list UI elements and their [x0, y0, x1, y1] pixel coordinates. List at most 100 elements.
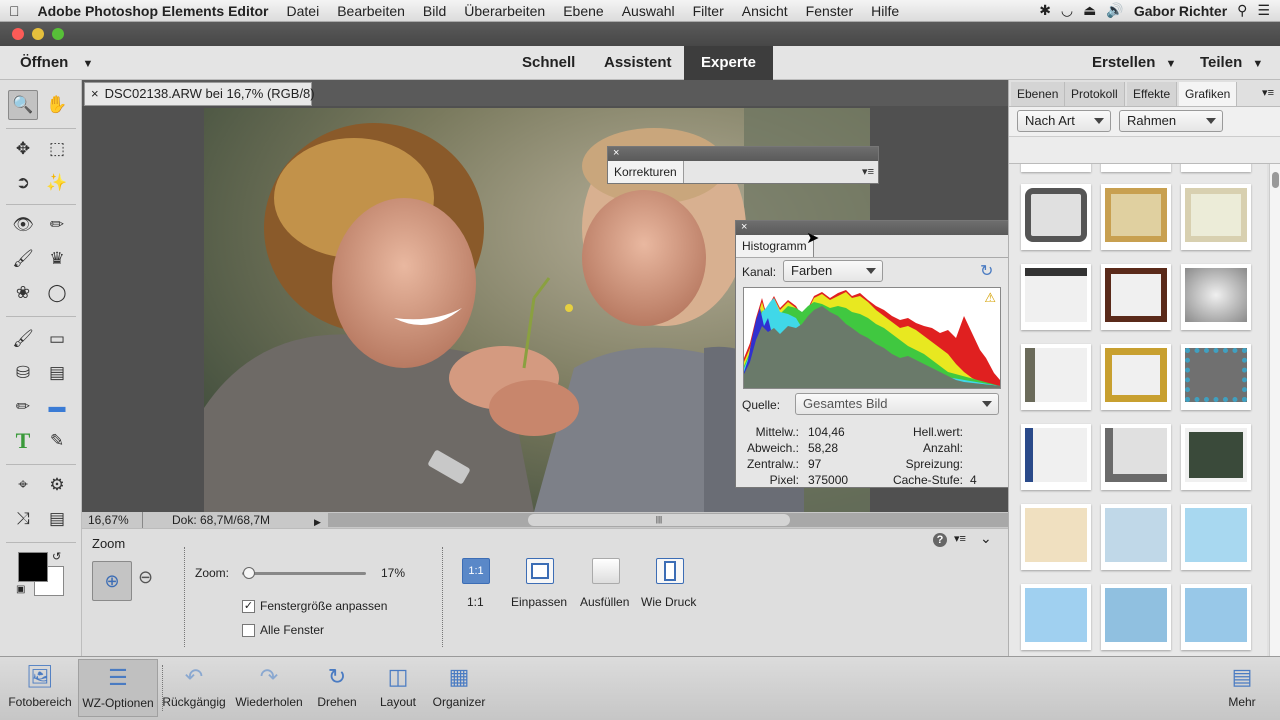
- open-button[interactable]: Öffnen ▼: [10, 46, 103, 80]
- paint-bucket-tool-icon[interactable]: ⛁: [8, 358, 38, 388]
- frame-thumbnail[interactable]: [1021, 264, 1091, 330]
- menu-auswahl[interactable]: Auswahl: [613, 3, 684, 19]
- share-button[interactable]: Teilen ▼: [1190, 46, 1273, 80]
- tab-ebenen[interactable]: Ebenen: [1011, 82, 1066, 106]
- sponge-tool-icon[interactable]: ◯: [42, 278, 72, 308]
- photo-bin-button[interactable]: 🖼 Fotobereich: [4, 659, 76, 717]
- graphics-scrollbar[interactable]: [1269, 164, 1280, 656]
- zoom-window-button[interactable]: [52, 28, 64, 40]
- frame-thumbnail[interactable]: [1181, 344, 1251, 410]
- frame-thumbnail[interactable]: [1181, 164, 1251, 172]
- tab-effekte[interactable]: Effekte: [1127, 82, 1178, 106]
- apple-icon[interactable]: : [0, 3, 29, 19]
- graphics-scroll-thumb[interactable]: [1272, 172, 1279, 188]
- crop-tool-icon[interactable]: ⌖: [8, 470, 38, 500]
- pencil-tool-icon[interactable]: ✎: [42, 426, 72, 456]
- zoom-slider-knob[interactable]: [242, 567, 255, 579]
- filter-by-select[interactable]: Nach Art: [1017, 110, 1111, 132]
- magic-wand-tool-icon[interactable]: ✨: [42, 168, 72, 198]
- notification-list-icon[interactable]: ☰: [1257, 2, 1270, 19]
- recompose-tool-icon[interactable]: ⚙: [42, 470, 72, 500]
- close-panel-icon[interactable]: ×: [613, 147, 619, 159]
- undo-button[interactable]: ↶ Rückgängig: [160, 659, 228, 717]
- wifi-icon[interactable]: ◡: [1061, 2, 1073, 19]
- bluetooth-icon[interactable]: ✱: [1039, 2, 1051, 19]
- text-tool-icon[interactable]: T: [8, 426, 38, 456]
- all-windows-checkbox[interactable]: [242, 624, 255, 637]
- frame-thumbnail[interactable]: [1021, 344, 1091, 410]
- frame-thumbnail[interactable]: [1181, 424, 1251, 490]
- menu-fenster[interactable]: Fenster: [797, 3, 862, 19]
- spot-healing-tool-icon[interactable]: ✏: [42, 210, 72, 240]
- histogram-tab[interactable]: Histogramm: [736, 235, 814, 257]
- red-eye-tool-icon[interactable]: 👁: [8, 210, 38, 240]
- foreground-color-swatch-front[interactable]: [18, 552, 48, 582]
- smart-brush-tool-icon[interactable]: 🖌: [8, 244, 38, 274]
- minimize-window-button[interactable]: [32, 28, 44, 40]
- close-panel-icon[interactable]: ×: [741, 221, 747, 233]
- menu-filter[interactable]: Filter: [684, 3, 733, 19]
- frame-thumbnail[interactable]: [1101, 584, 1171, 650]
- app-menu[interactable]: Adobe Photoshop Elements Editor: [29, 3, 278, 19]
- warning-icon[interactable]: ⚠: [984, 290, 996, 306]
- menu-datei[interactable]: Datei: [278, 3, 329, 19]
- menu-bild[interactable]: Bild: [414, 3, 455, 19]
- redo-button[interactable]: ↷ Wiederholen: [232, 659, 306, 717]
- marquee-tool-icon[interactable]: ⬚: [42, 134, 72, 164]
- brush-tool-icon[interactable]: 🖌: [8, 324, 38, 354]
- category-select[interactable]: Rahmen: [1119, 110, 1223, 132]
- menu-ueberarbeiten[interactable]: Überarbeiten: [455, 3, 554, 19]
- frame-thumbnail[interactable]: [1021, 584, 1091, 650]
- user-menu[interactable]: Gabor Richter: [1134, 3, 1227, 19]
- organizer-button[interactable]: ▦ Organizer: [428, 659, 490, 717]
- frame-thumbnail[interactable]: [1181, 584, 1251, 650]
- channel-select[interactable]: Farben: [783, 260, 883, 282]
- frame-thumbnail[interactable]: [1101, 344, 1171, 410]
- collapse-chevron-icon[interactable]: ⌄: [980, 530, 992, 547]
- menu-hilfe[interactable]: Hilfe: [862, 3, 908, 19]
- rotate-button[interactable]: ↻ Drehen: [310, 659, 364, 717]
- swap-colors-icon[interactable]: ↺: [52, 550, 61, 563]
- straighten-tool-icon[interactable]: ▤: [42, 504, 72, 534]
- more-button[interactable]: ▤ Mehr: [1222, 659, 1262, 717]
- menu-bearbeiten[interactable]: Bearbeiten: [328, 3, 414, 19]
- horizontal-scrollbar[interactable]: |||: [328, 513, 1008, 527]
- content-aware-move-tool-icon[interactable]: ⤨: [8, 504, 38, 534]
- frame-thumbnail[interactable]: [1181, 504, 1251, 570]
- volume-icon[interactable]: 🔊: [1106, 2, 1123, 19]
- document-tab[interactable]: × DSC02138.ARW bei 16,7% (RGB/8): [84, 82, 315, 106]
- frame-thumbnail[interactable]: [1181, 264, 1251, 330]
- zoom-readout[interactable]: 16,67%: [88, 512, 129, 528]
- frame-thumbnail[interactable]: [1021, 504, 1091, 570]
- frame-thumbnail[interactable]: [1021, 184, 1091, 250]
- zoom-in-icon[interactable]: ⊕: [92, 561, 132, 601]
- frame-thumbnail[interactable]: [1101, 504, 1171, 570]
- eyedropper-tool-icon[interactable]: ✏: [8, 392, 38, 422]
- tab-protokoll[interactable]: Protokoll: [1065, 82, 1125, 106]
- source-select[interactable]: Gesamtes Bild: [795, 393, 999, 415]
- eject-icon[interactable]: ⏏: [1083, 2, 1096, 19]
- help-icon[interactable]: ?: [933, 533, 947, 547]
- horizontal-scroll-thumb[interactable]: |||: [528, 514, 790, 526]
- zoom-tool-icon[interactable]: 🔍: [8, 90, 38, 120]
- frame-thumbnail[interactable]: [1021, 164, 1091, 172]
- frame-thumbnail[interactable]: [1181, 184, 1251, 250]
- fill-screen-button[interactable]: [592, 558, 620, 584]
- adjustments-panel-titlebar[interactable]: ×: [608, 147, 878, 161]
- mode-guided-tab[interactable]: Assistent: [594, 46, 682, 80]
- frame-thumbnail[interactable]: [1101, 184, 1171, 250]
- print-size-button[interactable]: [656, 558, 684, 584]
- adjustments-tab[interactable]: Korrekturen: [608, 161, 684, 183]
- menu-ebene[interactable]: Ebene: [554, 3, 612, 19]
- zoom-out-icon[interactable]: ⊖: [138, 567, 153, 588]
- spotlight-search-icon[interactable]: ⚲: [1237, 2, 1247, 19]
- default-colors-icon[interactable]: ▣: [16, 584, 25, 595]
- close-window-button[interactable]: [12, 28, 24, 40]
- refresh-icon[interactable]: ↻: [980, 261, 993, 281]
- mode-quick-tab[interactable]: Schnell: [512, 46, 585, 80]
- shape-tool-icon[interactable]: ▬: [42, 392, 72, 422]
- frame-thumbnail[interactable]: [1101, 424, 1171, 490]
- frame-thumbnail[interactable]: [1101, 164, 1171, 172]
- options-menu-icon[interactable]: ▾≡: [954, 532, 966, 545]
- layout-button[interactable]: ◫ Layout: [370, 659, 426, 717]
